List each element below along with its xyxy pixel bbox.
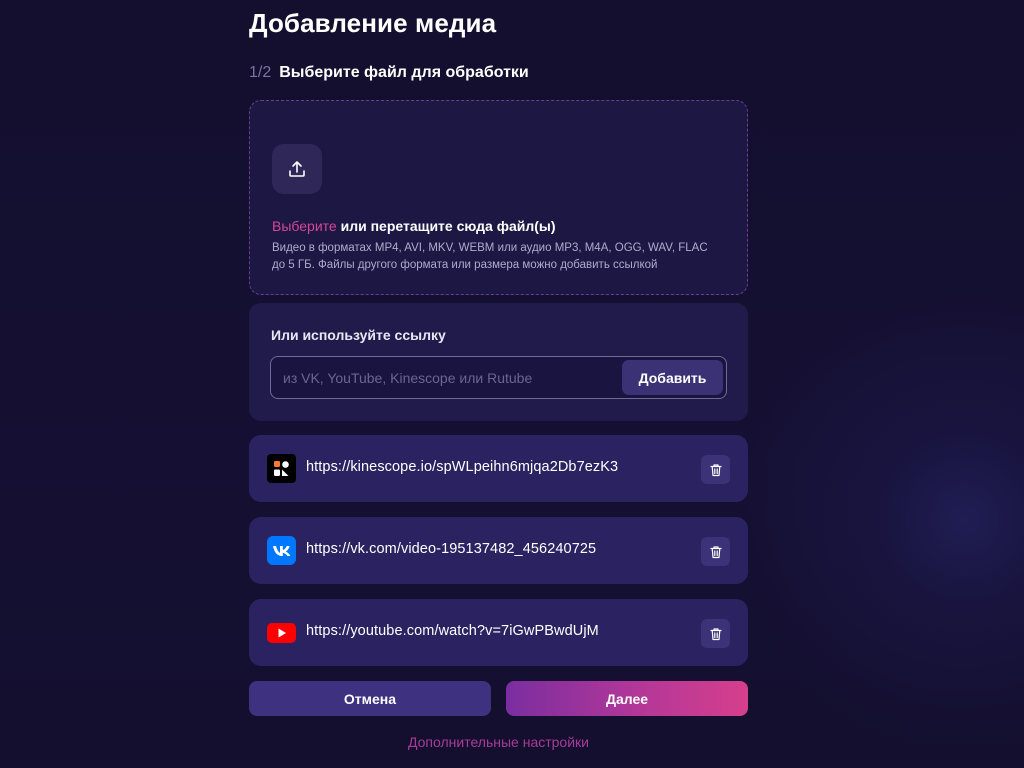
link-input-container: Добавить	[270, 356, 727, 399]
dropzone-title-text: или перетащите сюда файл(ы)	[340, 218, 556, 234]
delete-media-button[interactable]	[701, 619, 730, 648]
dropzone-title: Выберите или перетащите сюда файл(ы)	[272, 218, 556, 234]
choose-file-link[interactable]: Выберите	[272, 218, 337, 234]
delete-media-button[interactable]	[701, 537, 730, 566]
media-item-kinescope: https://kinescope.io/spWLpeihn6mjqa2Db7e…	[249, 435, 748, 502]
upload-button[interactable]	[272, 144, 322, 194]
media-url: https://kinescope.io/spWLpeihn6mjqa2Db7e…	[306, 459, 619, 475]
step-number: 1/2	[249, 64, 272, 81]
media-url: https://youtube.com/watch?v=7iGwPBwdUjM	[306, 623, 599, 639]
step-title: Выберите файл для обработки	[279, 64, 529, 81]
link-section-title: Или используйте ссылку	[271, 327, 446, 343]
media-item-youtube: https://youtube.com/watch?v=7iGwPBwdUjM	[249, 599, 748, 666]
kinescope-logo-icon	[267, 454, 296, 483]
vk-logo-icon	[267, 536, 296, 565]
trash-icon	[709, 627, 722, 640]
media-item-vk: https://vk.com/video-195137482_456240725	[249, 517, 748, 584]
media-url: https://vk.com/video-195137482_456240725	[306, 541, 597, 557]
dropzone-description: Видео в форматах MP4, AVI, MKV, WEBM или…	[272, 240, 742, 274]
link-section: Или используйте ссылку Добавить	[249, 303, 748, 421]
trash-icon	[709, 545, 722, 558]
trash-icon	[709, 463, 722, 476]
step-indicator: 1/2 Выберите файл для обработки	[249, 64, 529, 82]
dropzone-description-line: Видео в форматах MP4, AVI, MKV, WEBM или…	[272, 242, 708, 254]
next-button[interactable]: Далее	[506, 681, 748, 716]
cancel-button[interactable]: Отмена	[249, 681, 491, 716]
more-settings-link[interactable]: Дополнительные настройки	[249, 734, 748, 750]
page-title: Добавление медиа	[249, 8, 497, 38]
upload-icon	[289, 161, 305, 177]
delete-media-button[interactable]	[701, 455, 730, 484]
link-input[interactable]	[271, 357, 611, 398]
add-link-button[interactable]: Добавить	[622, 360, 723, 395]
dropzone-description-line: до 5 ГБ. Файлы другого формата или разме…	[272, 259, 658, 271]
youtube-logo-icon	[267, 618, 296, 647]
file-dropzone[interactable]: Выберите или перетащите сюда файл(ы) Вид…	[249, 100, 748, 295]
